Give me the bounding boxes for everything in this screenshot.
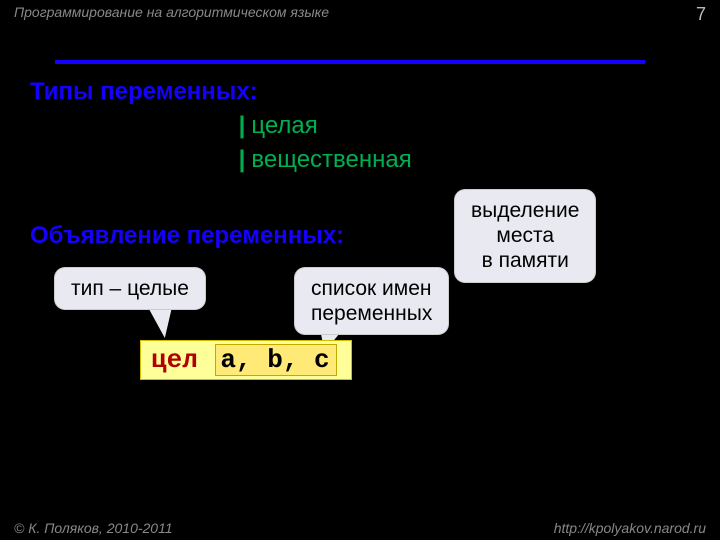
heading-declaration: Объявление переменных: bbox=[30, 222, 344, 250]
footer-copyright: © К. Поляков, 2010-2011 bbox=[14, 520, 173, 536]
callout-list-text: список именпеременных bbox=[311, 277, 432, 325]
type-label-int: целая bbox=[251, 112, 317, 139]
callout-memory: выделениеместав памяти bbox=[455, 190, 595, 282]
page-number: 7 bbox=[696, 4, 706, 25]
header-title: Программирование на алгоритмическом язык… bbox=[14, 4, 329, 20]
callout-type: тип – целые bbox=[55, 268, 205, 309]
bar-icon: | bbox=[239, 112, 246, 139]
heading-types: Типы переменных: bbox=[30, 78, 258, 106]
type-row-real: |вещественная bbox=[180, 146, 412, 174]
type-label-real: вещественная bbox=[251, 146, 411, 173]
footer-url: http://kpolyakov.narod.ru bbox=[554, 520, 706, 536]
code-varlist: a, b, c bbox=[215, 344, 336, 376]
type-row-int: |целая bbox=[180, 112, 318, 140]
title-divider bbox=[55, 60, 645, 64]
callout-list: список именпеременных bbox=[295, 268, 448, 334]
bar-icon: | bbox=[239, 146, 246, 173]
callout-type-text: тип – целые bbox=[71, 277, 189, 300]
code-keyword: цел bbox=[151, 345, 198, 375]
code-example: цел a, b, c bbox=[140, 340, 352, 380]
callout-memory-text: выделениеместав памяти bbox=[471, 199, 579, 272]
